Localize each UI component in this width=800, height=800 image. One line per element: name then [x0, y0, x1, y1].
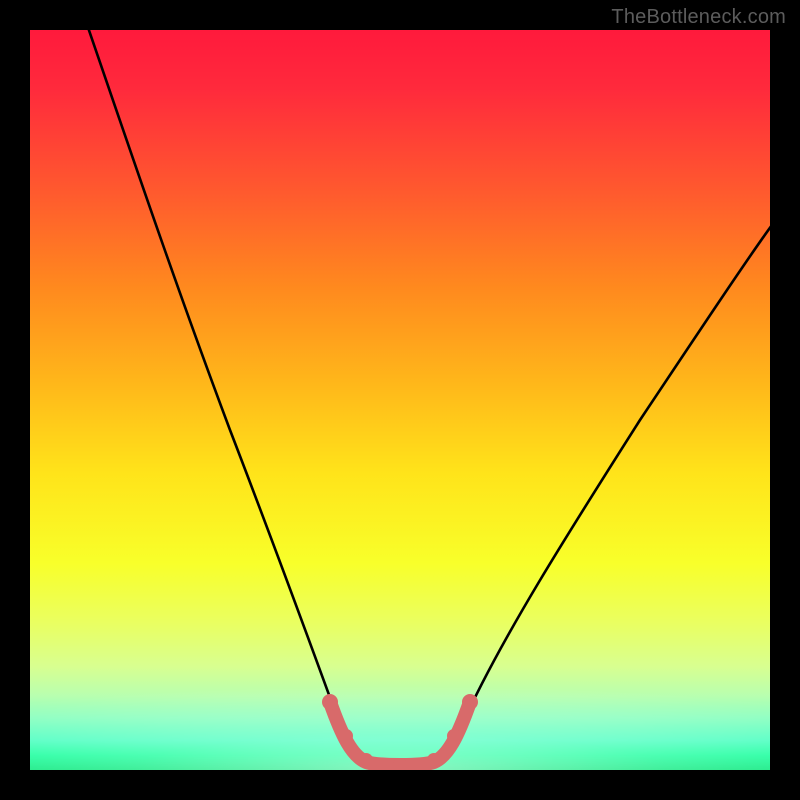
valley-dot-right: [462, 694, 478, 710]
watermark-text: TheBottleneck.com: [611, 6, 786, 29]
plot-area: [30, 30, 770, 770]
curve-layer: [30, 30, 770, 770]
valley-dot-2: [339, 729, 353, 743]
valley-dot-6: [447, 729, 461, 743]
valley-dot-left: [322, 694, 338, 710]
valley-dot-3: [359, 753, 373, 767]
chart-frame: TheBottleneck.com: [0, 0, 800, 800]
valley-dot-5: [427, 753, 441, 767]
bottleneck-curve: [82, 30, 770, 765]
